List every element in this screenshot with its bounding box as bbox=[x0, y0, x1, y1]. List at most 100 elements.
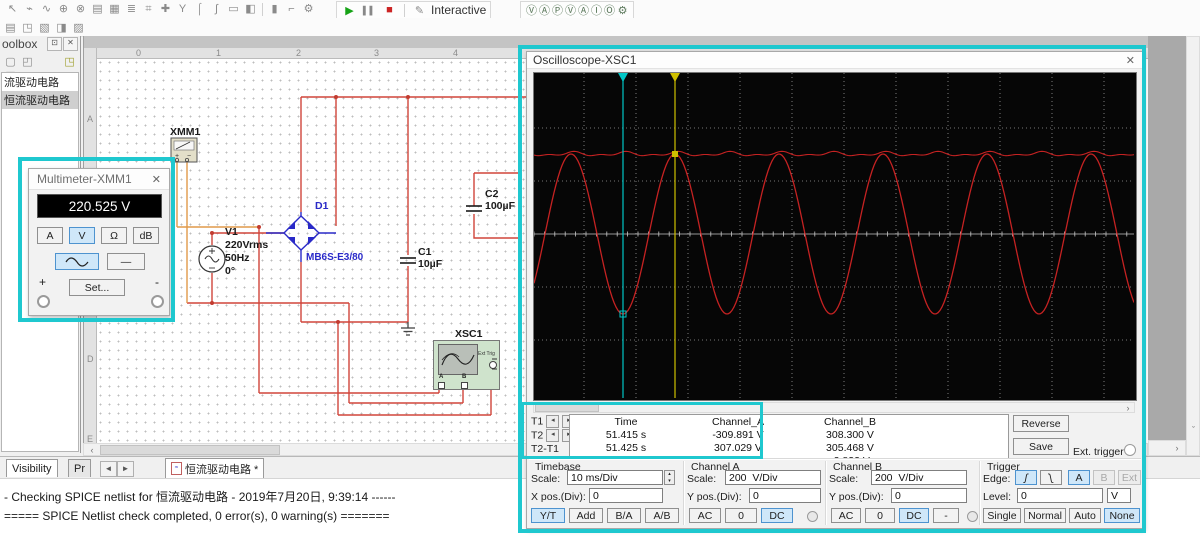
channel-a-ac-button[interactable]: AC bbox=[689, 508, 721, 523]
rising-edge-button[interactable]: ʃ bbox=[1015, 470, 1037, 485]
d1-ref-label[interactable]: D1 bbox=[315, 200, 328, 212]
channel-b-0-button[interactable]: 0 bbox=[865, 508, 895, 523]
measurement-probe-icon[interactable]: Ⓟ bbox=[551, 3, 564, 17]
stop-simulation-icon[interactable]: ■ bbox=[381, 3, 398, 17]
xsc1-ref-label[interactable]: XSC1 bbox=[455, 328, 482, 340]
falling-edge-button[interactable]: ʃ bbox=[1040, 470, 1062, 485]
c1-ref-label[interactable]: C1 bbox=[418, 246, 431, 258]
v1-value-label[interactable]: 220Vrms bbox=[225, 239, 268, 251]
interactive-mode-dropdown[interactable]: Interactive bbox=[431, 3, 486, 17]
dc-mode-button[interactable]: — bbox=[107, 253, 145, 270]
scope-scroll-right-icon[interactable]: › bbox=[1122, 403, 1134, 414]
scope-display[interactable] bbox=[533, 72, 1137, 401]
tree-item-project[interactable]: 流驱动电路 bbox=[2, 73, 78, 91]
plus-terminal[interactable] bbox=[37, 295, 50, 308]
component-toolbar-icon[interactable]: ∫ bbox=[208, 2, 225, 16]
run-simulation-icon[interactable]: ▶ bbox=[341, 3, 358, 17]
wiring-toolbar-icon[interactable]: ▮ bbox=[266, 2, 283, 16]
grapher-toolbar-icon[interactable]: ◳ bbox=[19, 20, 36, 34]
mode-db-button[interactable]: dB bbox=[133, 227, 159, 244]
timebase-spinner[interactable]: ▴ ▾ bbox=[664, 470, 675, 485]
measurement-probe-icon[interactable]: Ⓐ bbox=[577, 3, 590, 17]
trigger-level-unit[interactable]: V bbox=[1107, 488, 1131, 503]
wiring-toolbar-icon[interactable]: ⌐ bbox=[283, 2, 300, 16]
mode-volt-button[interactable]: V bbox=[69, 227, 95, 244]
measurement-probe-icon[interactable]: Ⓘ bbox=[590, 3, 603, 17]
c1-value-label[interactable]: 10µF bbox=[418, 258, 442, 270]
scope-hscrollbar[interactable]: › bbox=[533, 402, 1135, 413]
c2-value-label[interactable]: 100µF bbox=[485, 200, 515, 212]
oscilloscope-titlebar[interactable]: Oscilloscope-XSC1 ✕ bbox=[527, 52, 1143, 69]
timebase-xpos-input[interactable] bbox=[589, 488, 663, 503]
reverse-button[interactable]: Reverse bbox=[1013, 415, 1069, 432]
component-toolbar-icon[interactable]: ⌗ bbox=[140, 3, 157, 17]
channel-a-ypos-input[interactable] bbox=[749, 488, 821, 503]
channel-a-dc-button[interactable]: DC bbox=[761, 508, 793, 523]
t2-left-icon[interactable]: ◂ bbox=[546, 429, 560, 442]
oscilloscope-close-icon[interactable]: ✕ bbox=[1120, 54, 1141, 67]
multimeter-titlebar[interactable]: Multimeter-XMM1 ✕ bbox=[29, 169, 169, 190]
channel-b-ac-button[interactable]: AC bbox=[831, 508, 861, 523]
channel-a-scale-input[interactable] bbox=[725, 470, 821, 485]
mode-ohm-button[interactable]: Ω bbox=[101, 227, 127, 244]
component-toolbar-icon[interactable]: ⊕ bbox=[55, 2, 72, 16]
scroll-left-icon[interactable]: ‹ bbox=[86, 445, 98, 456]
tab-scroll-right-icon[interactable]: ► bbox=[117, 461, 134, 477]
save-button[interactable]: Save bbox=[1013, 438, 1069, 455]
grapher-toolbar-icon[interactable]: ◨ bbox=[53, 20, 70, 34]
t1-left-icon[interactable]: ◂ bbox=[546, 415, 560, 428]
timebase-scale-input[interactable] bbox=[567, 470, 663, 485]
trigger-none-button[interactable]: None bbox=[1104, 508, 1140, 523]
sheet-tab[interactable]: ≈ 恒流驱动电路 * bbox=[165, 458, 265, 478]
grapher-toolbar-icon[interactable]: ▧ bbox=[36, 20, 53, 34]
trigger-a-button[interactable]: A bbox=[1068, 470, 1090, 485]
measurement-probe-icon[interactable]: Ⓥ bbox=[525, 3, 538, 17]
tab-visibility[interactable]: Visibility bbox=[6, 459, 58, 477]
v1-phase-label[interactable]: 0° bbox=[225, 265, 235, 277]
v1-ref-label[interactable]: V1 bbox=[225, 226, 238, 238]
tree-item-sheet[interactable]: 恒流驱动电路 bbox=[2, 91, 78, 109]
tab-scroll-left-icon[interactable]: ◄ bbox=[100, 461, 117, 477]
interactive-pencil-icon[interactable]: ✎ bbox=[411, 3, 428, 17]
yt-button[interactable]: Y/T bbox=[531, 508, 565, 523]
grapher-toolbar-icon[interactable]: ▤ bbox=[2, 20, 19, 34]
add-button[interactable]: Add bbox=[569, 508, 603, 523]
mode-ampere-button[interactable]: A bbox=[37, 227, 63, 244]
trigger-level-input[interactable] bbox=[1017, 488, 1103, 503]
trigger-b-button[interactable]: B bbox=[1093, 470, 1115, 485]
channel-b-ypos-input[interactable] bbox=[891, 488, 967, 503]
component-toolbar-icon[interactable]: ▦ bbox=[106, 2, 123, 16]
component-toolbar-icon[interactable]: ⊗ bbox=[72, 2, 89, 16]
component-toolbar-icon[interactable]: ▤ bbox=[89, 2, 106, 16]
channel-b-scale-input[interactable] bbox=[871, 470, 967, 485]
measurement-probe-icon[interactable]: ⚙ bbox=[616, 4, 629, 17]
d1-part-label[interactable]: MB6S-E3/80 bbox=[306, 252, 363, 263]
trigger-normal-button[interactable]: Normal bbox=[1024, 508, 1066, 523]
channel-b-dc-button[interactable]: DC bbox=[899, 508, 929, 523]
component-toolbar-icon[interactable]: ◧ bbox=[242, 2, 259, 16]
ac-mode-button[interactable] bbox=[55, 253, 99, 270]
canvas-hscrollbar-right[interactable]: › bbox=[1148, 440, 1186, 456]
v1-freq-label[interactable]: 50Hz bbox=[225, 252, 250, 264]
component-toolbar-icon[interactable]: ⌁ bbox=[21, 2, 38, 16]
component-toolbar-icon[interactable]: ↖ bbox=[4, 2, 21, 16]
toolbox-action-icon[interactable]: ◰ bbox=[19, 54, 36, 68]
ext-trigger-terminal[interactable] bbox=[1124, 444, 1136, 456]
ba-button[interactable]: B/A bbox=[607, 508, 641, 523]
toolbox-refresh-icon[interactable]: ◳ bbox=[61, 54, 78, 68]
xmm1-ref-label[interactable]: XMM1 bbox=[170, 126, 200, 138]
minus-terminal[interactable] bbox=[151, 295, 164, 308]
component-toolbar-icon[interactable]: ≣ bbox=[123, 2, 140, 16]
wiring-toolbar-icon[interactable]: ⚙ bbox=[300, 2, 317, 16]
set-button[interactable]: Set... bbox=[69, 279, 125, 296]
multimeter-close-icon[interactable]: ✕ bbox=[146, 173, 167, 186]
component-toolbar-icon[interactable]: ∿ bbox=[38, 2, 55, 16]
component-toolbar-icon[interactable]: ▭ bbox=[225, 2, 242, 16]
canvas-vscrollbar[interactable]: ˇ bbox=[1186, 36, 1200, 456]
component-toolbar-icon[interactable]: ✚ bbox=[157, 2, 174, 16]
scroll-down-icon[interactable]: ˇ bbox=[1188, 425, 1199, 436]
oscilloscope-symbol[interactable]: Ext Trig A B bbox=[433, 340, 500, 390]
trigger-single-button[interactable]: Single bbox=[983, 508, 1021, 523]
measurement-probe-icon[interactable]: Ⓥ bbox=[564, 3, 577, 17]
measurement-probe-icon[interactable]: Ⓐ bbox=[538, 3, 551, 17]
